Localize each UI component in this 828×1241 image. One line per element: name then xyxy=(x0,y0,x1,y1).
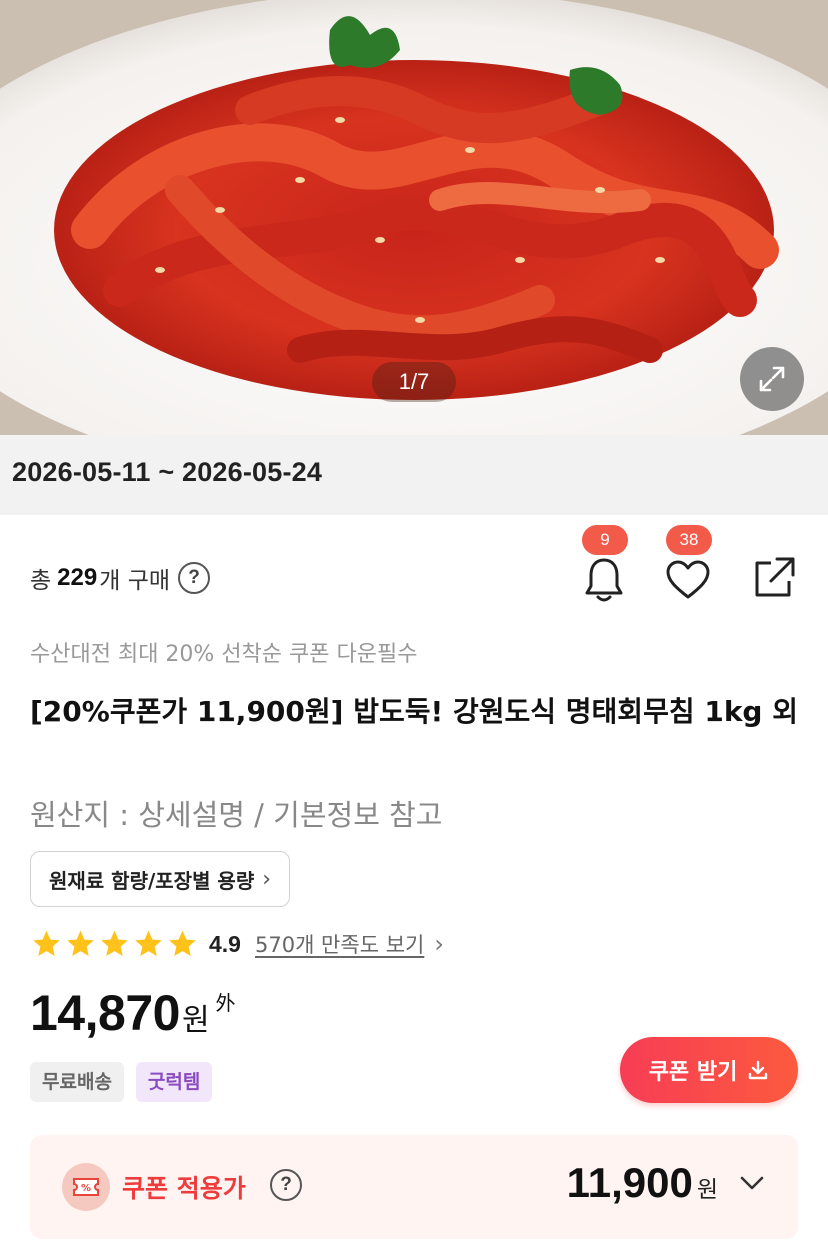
star-icon xyxy=(33,930,60,956)
star-icon xyxy=(101,930,128,956)
alarm-button[interactable] xyxy=(576,552,632,608)
product-image[interactable]: 1/7 xyxy=(0,0,828,435)
expand-image-button[interactable] xyxy=(740,347,804,411)
star-icon xyxy=(135,930,162,956)
promo-text: 수산대전 최대 20% 선착순 쿠폰 다운필수 xyxy=(30,642,418,667)
free-shipping-tag: 무료배송 xyxy=(30,1062,124,1102)
coupon-price-panel[interactable]: % 쿠폰 적용가 ? 11,900 원 xyxy=(30,1135,798,1239)
coupon-price-value: 11,900 xyxy=(566,1159,693,1206)
review-link[interactable]: 570개 만족도 보기 xyxy=(255,929,424,959)
image-pager: 1/7 xyxy=(372,362,456,402)
coupon-download-label: 쿠폰 받기 xyxy=(648,1060,738,1085)
coupon-download-button[interactable]: 쿠폰 받기 xyxy=(620,1037,798,1103)
share-button[interactable] xyxy=(746,550,802,606)
price-unit: 원 xyxy=(181,1003,210,1038)
event-period-band: 2026-05-11 ~ 2026-05-24 xyxy=(0,435,828,515)
chevron-right-icon: › xyxy=(434,930,444,958)
share-icon xyxy=(755,557,795,597)
purchase-help-icon[interactable]: ? xyxy=(178,562,211,594)
product-title: [20%쿠폰가 11,900원] 밥도둑! 강원도식 명태회무침 1kg 외 xyxy=(30,695,798,728)
coupon-price-label: 쿠폰 적용가 xyxy=(122,1174,246,1203)
svg-text:%: % xyxy=(81,1183,91,1194)
wish-button[interactable] xyxy=(660,552,716,608)
download-icon xyxy=(749,1060,768,1080)
wish-count-badge: 38 xyxy=(666,525,712,555)
purchase-prefix: 총 xyxy=(30,568,52,594)
rating-score: 4.9 xyxy=(209,930,241,957)
star-icon xyxy=(67,930,94,956)
bell-icon xyxy=(585,558,623,602)
alarm-count-badge: 9 xyxy=(582,525,628,555)
expand-icon xyxy=(759,366,785,392)
product-tags: 무료배송 굿럭템 xyxy=(30,1062,213,1102)
rating-stars xyxy=(30,928,199,960)
coupon-help-icon[interactable]: ? xyxy=(270,1169,302,1201)
ingredient-info-button[interactable]: 원재료 함량/포장별 용량 › xyxy=(30,851,291,907)
goodluck-item-tag: 굿럭템 xyxy=(135,1062,213,1102)
origin-info: 원산지 : 상세설명 / 기본정보 참고 xyxy=(30,798,443,832)
event-period: 2026-05-11 ~ 2026-05-24 xyxy=(12,457,323,487)
star-icon xyxy=(169,930,196,956)
coupon-price-unit: 원 xyxy=(696,1177,718,1203)
price-etc-mark: 外 xyxy=(215,991,236,1015)
purchase-number: 229 xyxy=(57,564,98,591)
rating-row: 4.9 570개 만족도 보기 › xyxy=(30,924,444,964)
purchase-suffix: 개 구매 xyxy=(99,568,171,594)
coupon-price: 11,900 원 xyxy=(567,1159,718,1207)
ingredient-info-label: 원재료 함량/포장별 용량 xyxy=(49,868,255,893)
price-value: 14,870 xyxy=(30,985,180,1041)
chevron-right-icon: › xyxy=(262,866,272,892)
chevron-down-icon[interactable] xyxy=(738,1173,766,1193)
heart-icon xyxy=(666,560,710,599)
coupon-icon: % xyxy=(62,1163,110,1211)
product-price: 14,870 원 外 xyxy=(30,984,236,1042)
purchase-count: 총 229 개 구매 ? xyxy=(30,560,211,596)
